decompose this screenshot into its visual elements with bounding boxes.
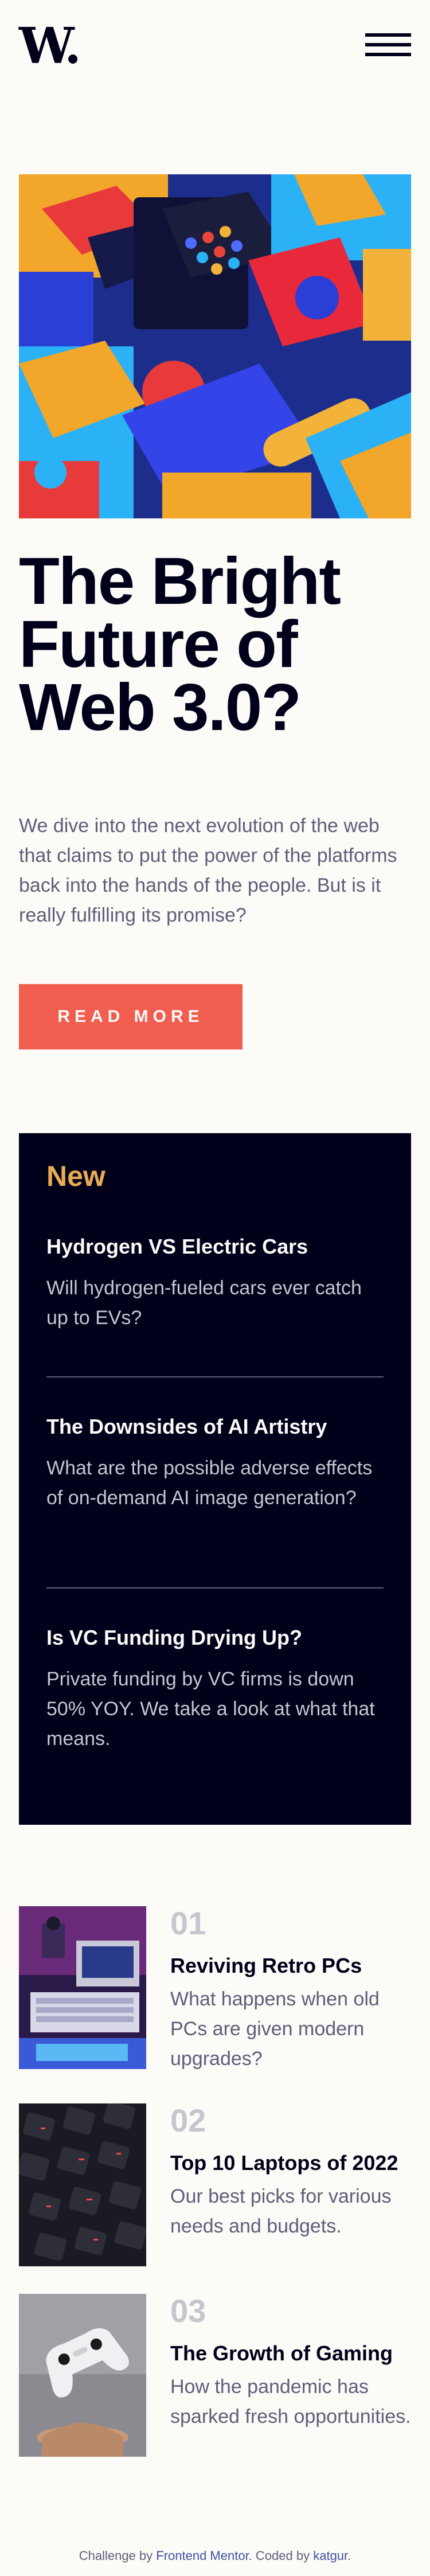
item-number: 02 (170, 2102, 206, 2138)
numbered-item-text: 01 Reviving Retro PCs What happens when … (170, 1906, 411, 2074)
divider (46, 1587, 384, 1588)
site-header: W. (19, 0, 411, 75)
item-number: 01 (170, 1905, 206, 1941)
menu-bar (365, 43, 411, 46)
item-title[interactable]: Top 10 Laptops of 2022 (170, 2150, 411, 2176)
item-number: 03 (170, 2293, 206, 2329)
footer-attribution: Challenge by Frontend Mentor. Coded by k… (0, 2548, 430, 2563)
divider (46, 1376, 384, 1377)
new-heading: New (46, 1160, 105, 1192)
menu-bar (365, 53, 411, 56)
page: W. The Bright Future of Web 3.0? We dive… (0, 0, 430, 2576)
new-panel: New Hydrogen VS Electric Cars Will hydro… (19, 1133, 411, 1825)
read-more-button[interactable]: READ MORE (19, 984, 243, 1049)
new-item-description: Will hydrogen-fueled cars ever catch up … (46, 1277, 362, 1329)
numbered-item-text: 02 Top 10 Laptops of 2022 Our best picks… (170, 2103, 411, 2241)
new-item: The Downsides of AI Artistry What are th… (46, 1414, 384, 1513)
footer-suffix: . (347, 2548, 351, 2563)
item-description: Our best picks for various needs and bud… (170, 2185, 392, 2237)
new-item-title[interactable]: The Downsides of AI Artistry (46, 1414, 384, 1439)
retro-pc-thumbnail (19, 1906, 146, 2069)
new-item-title[interactable]: Hydrogen VS Electric Cars (46, 1234, 384, 1259)
new-item-description: What are the possible adverse effects of… (46, 1457, 373, 1509)
item-title[interactable]: The Growth of Gaming (170, 2341, 411, 2366)
new-item: Is VC Funding Drying Up? Private funding… (46, 1625, 384, 1754)
hero-title: The Bright Future of Web 3.0? (19, 544, 341, 744)
hero-description: We dive into the next evolution of the w… (19, 815, 397, 926)
new-item: Hydrogen VS Electric Cars Will hydrogen-… (46, 1234, 384, 1333)
menu-bar (365, 33, 411, 37)
new-item-description: Private funding by VC firms is down 50% … (46, 1668, 375, 1750)
footer-middle: . Coded by (248, 2548, 314, 2563)
hero-image (19, 174, 411, 518)
logo[interactable]: W. (19, 22, 81, 71)
item-title[interactable]: Reviving Retro PCs (170, 1953, 411, 1978)
item-description: What happens when old PCs are given mode… (170, 1988, 380, 2070)
footer-prefix: Challenge by (79, 2548, 157, 2563)
game-controller-thumbnail (19, 2294, 146, 2457)
laptop-keyboard-thumbnail (19, 2103, 146, 2266)
numbered-item-text: 03 The Growth of Gaming How the pandemic… (170, 2294, 411, 2431)
frontend-mentor-link[interactable]: Frontend Mentor (156, 2548, 248, 2563)
hamburger-menu-icon[interactable] (365, 33, 411, 56)
new-item-title[interactable]: Is VC Funding Drying Up? (46, 1625, 384, 1650)
author-link[interactable]: katgur (313, 2548, 347, 2563)
item-description: How the pandemic has sparked fresh oppor… (170, 2376, 411, 2427)
